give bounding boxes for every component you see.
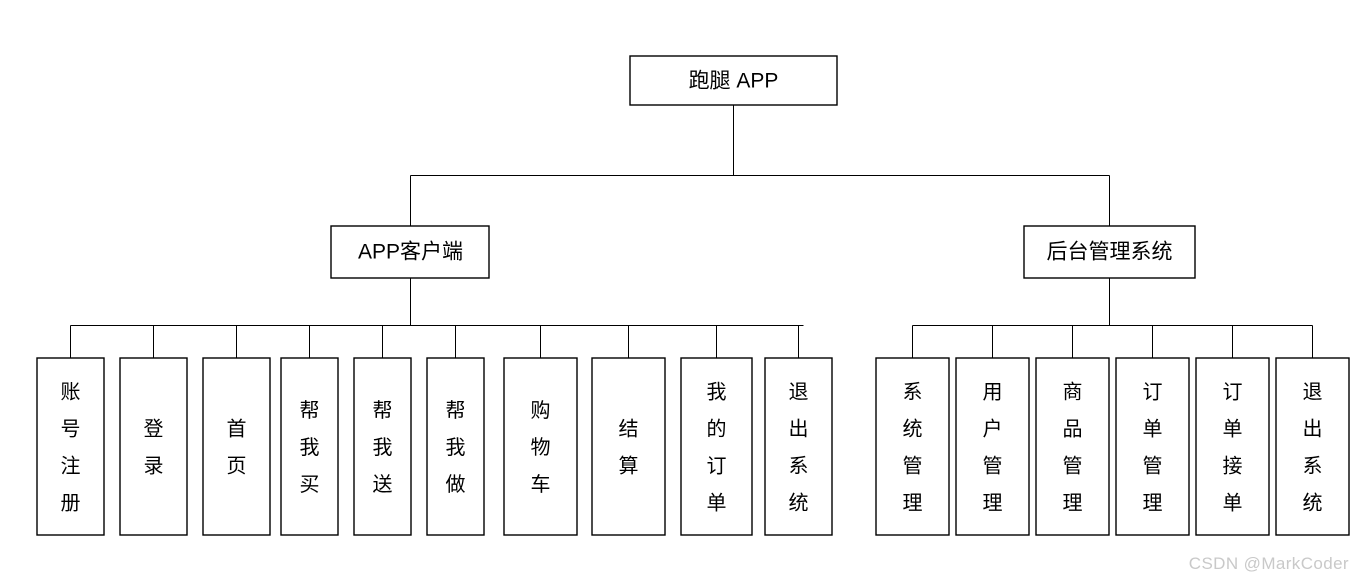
node-leaf-do-for-me[interactable]: 帮我做 (426, 357, 485, 536)
node-leaf-system-management[interactable]: 系统管理 (875, 357, 950, 536)
node-leaf-label: 帮我做 (446, 399, 466, 496)
node-leaf-order-management[interactable]: 订单管理 (1115, 357, 1190, 536)
node-leaf-label: 购物车 (531, 399, 551, 496)
node-leaf-order-accept[interactable]: 订单接单 (1195, 357, 1270, 536)
org-chart-svg: 跑腿 APP APP客户端 后台管理系统 账号注册 登录 首页 帮我买 帮我送 … (36, 55, 1350, 536)
node-branch-admin-system-label: 后台管理系统 (1047, 241, 1173, 264)
node-root-label: 跑腿 APP (689, 70, 779, 93)
node-leaf-user-management[interactable]: 用户管理 (955, 357, 1030, 536)
node-leaf-logout-client[interactable]: 退出系统 (764, 357, 833, 536)
node-leaf-label: 帮我买 (300, 399, 320, 496)
node-leaf-account-register[interactable]: 账号注册 (36, 357, 105, 536)
diagram-canvas: 跑腿 APP APP客户端 后台管理系统 账号注册 登录 首页 帮我买 帮我送 … (0, 0, 1363, 584)
node-leaf-box (591, 357, 666, 536)
node-leaf-my-orders[interactable]: 我的订单 (680, 357, 753, 536)
node-leaf-product-management[interactable]: 商品管理 (1035, 357, 1110, 536)
node-leaf-login[interactable]: 登录 (119, 357, 188, 536)
node-leaf-checkout[interactable]: 结算 (591, 357, 666, 536)
node-leaf-box (202, 357, 271, 536)
node-branch-admin-system[interactable]: 后台管理系统 (1023, 225, 1196, 279)
node-branch-app-client-label: APP客户端 (358, 241, 463, 264)
node-leaf-buy-for-me[interactable]: 帮我买 (280, 357, 339, 536)
node-leaf-logout-admin[interactable]: 退出系统 (1275, 357, 1350, 536)
node-root[interactable]: 跑腿 APP (629, 55, 838, 106)
node-leaf-label: 帮我送 (373, 399, 393, 496)
node-leaf-shopping-cart[interactable]: 购物车 (503, 357, 578, 536)
node-branch-app-client[interactable]: APP客户端 (330, 225, 490, 279)
node-leaf-deliver-for-me[interactable]: 帮我送 (353, 357, 412, 536)
node-leaf-home[interactable]: 首页 (202, 357, 271, 536)
node-leaf-box (119, 357, 188, 536)
watermark-text: CSDN @MarkCoder (1188, 554, 1349, 573)
